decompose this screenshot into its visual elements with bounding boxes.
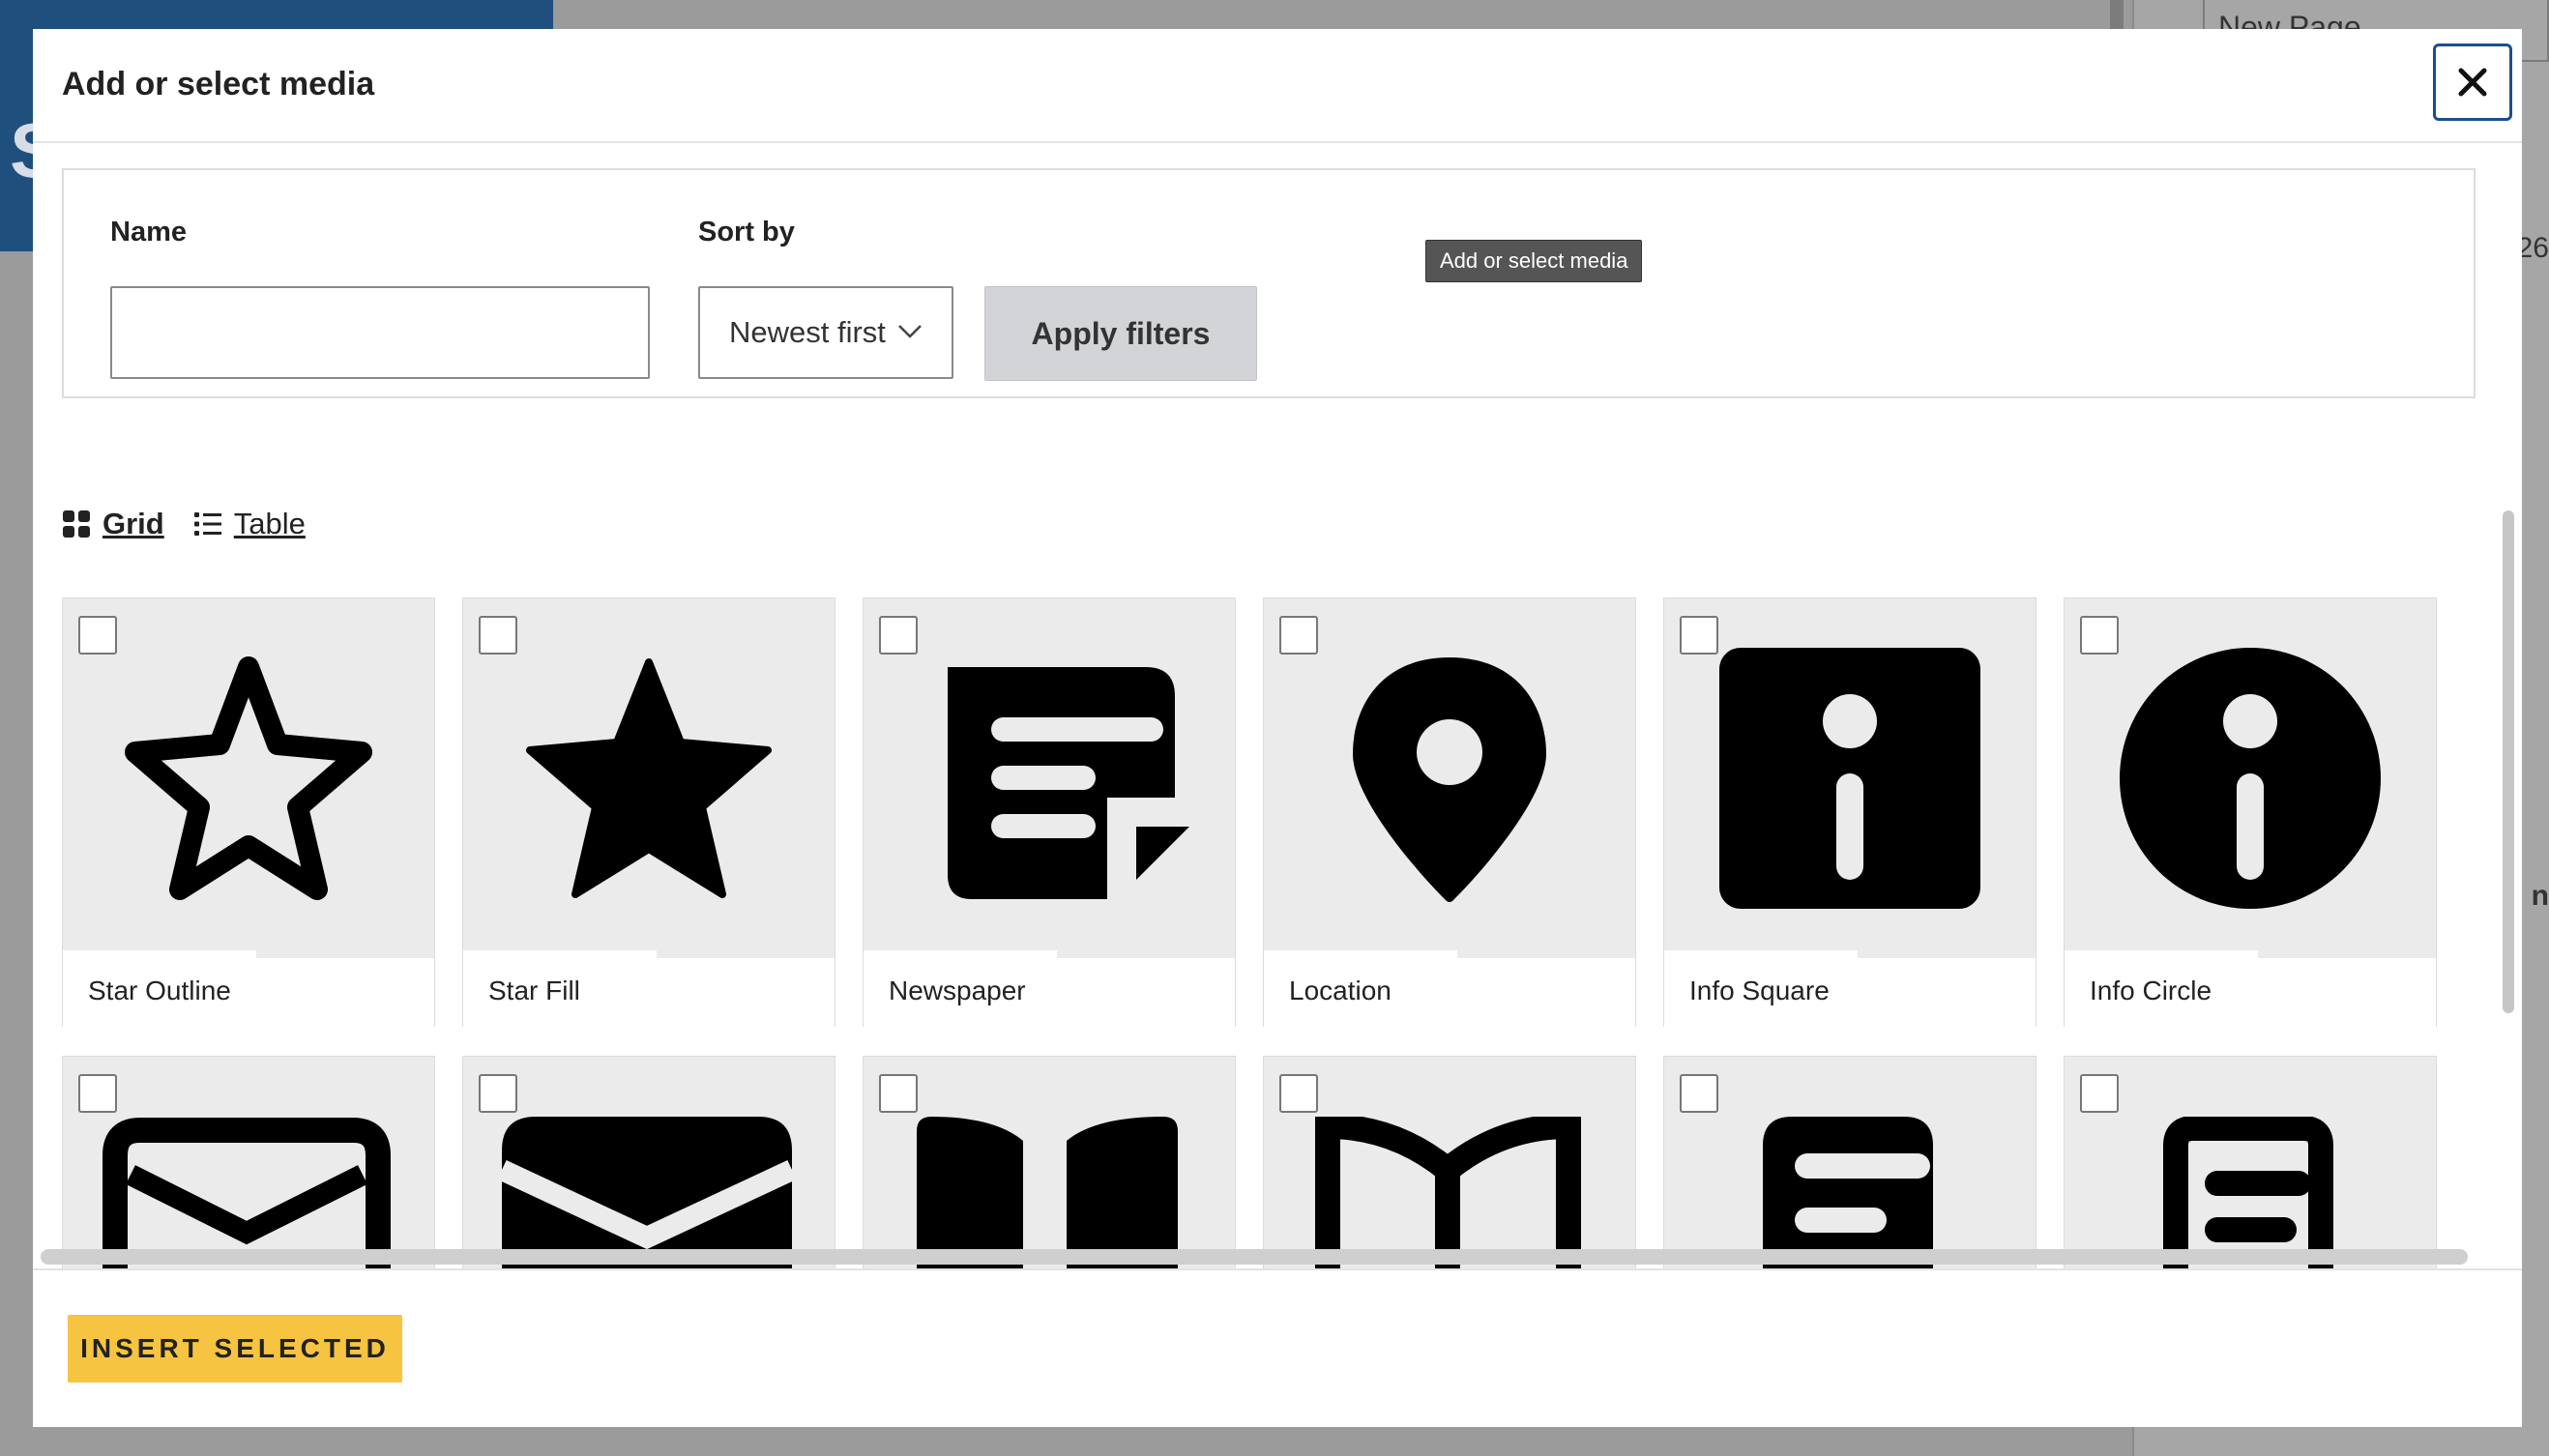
modal-content[interactable]: Name Sort by Newest first Apply filters … — [33, 143, 2522, 1268]
book-fill-icon — [917, 1117, 1178, 1268]
sort-value: Newest first — [729, 315, 886, 349]
insert-selected-button[interactable]: INSERT SELECTED — [68, 1315, 402, 1383]
media-thumbnail — [463, 1057, 835, 1268]
grid-view-link[interactable]: Grid — [62, 507, 164, 541]
name-label: Name — [110, 217, 187, 248]
media-checkbox[interactable] — [2080, 1074, 2119, 1113]
newspaper-icon — [948, 667, 1189, 899]
media-label: Info Square — [1664, 950, 2036, 1028]
media-modal: Add or select media Name Sort by Newest … — [33, 29, 2522, 1427]
media-checkbox[interactable] — [1680, 1074, 1718, 1113]
media-checkbox[interactable] — [1279, 1074, 1318, 1113]
list-icon — [193, 512, 221, 536]
media-card[interactable] — [1663, 1056, 2036, 1268]
media-checkbox[interactable] — [879, 616, 918, 655]
media-label: Star Fill — [463, 950, 835, 1028]
info-circle-icon — [2120, 648, 2381, 909]
star-outline-icon — [125, 656, 372, 900]
chevron-down-icon — [898, 325, 922, 338]
media-card[interactable]: Star Fill — [462, 597, 835, 1028]
media-thumbnail — [2065, 598, 2436, 958]
media-thumbnail — [63, 598, 434, 958]
name-input[interactable] — [110, 286, 650, 379]
tooltip: Add or select media — [1425, 240, 1643, 282]
media-checkbox[interactable] — [78, 1074, 117, 1113]
book-outline-icon — [1315, 1117, 1581, 1268]
modal-title: Add or select media — [62, 66, 375, 102]
horizontal-scrollbar[interactable] — [41, 1249, 2468, 1265]
media-thumbnail — [1264, 598, 1635, 958]
media-card[interactable]: Star Outline — [62, 597, 435, 1028]
apply-filters-button[interactable]: Apply filters — [984, 286, 1257, 381]
filters-panel: Name Sort by Newest first Apply filters … — [62, 168, 2476, 398]
media-card[interactable]: Newspaper — [863, 597, 1236, 1028]
media-checkbox[interactable] — [479, 1074, 517, 1113]
location-icon — [1353, 657, 1546, 902]
background-letter-fragment: n — [2531, 880, 2549, 912]
media-checkbox[interactable] — [2080, 616, 2119, 655]
media-card[interactable] — [863, 1056, 1236, 1268]
sort-select[interactable]: Newest first — [698, 286, 953, 379]
modal-header: Add or select media — [33, 29, 2522, 143]
media-card[interactable] — [462, 1056, 835, 1268]
envelope-fill-icon — [502, 1117, 792, 1268]
media-thumbnail — [1264, 1057, 1635, 1268]
background-divider — [2110, 0, 2124, 29]
grid-view-label: Grid — [103, 507, 164, 540]
grid-icon — [63, 510, 90, 538]
media-label: Location — [1264, 950, 1635, 1028]
media-thumbnail — [864, 1057, 1235, 1268]
info-square-icon — [1719, 648, 1980, 909]
media-thumbnail — [2065, 1057, 2436, 1268]
modal-footer: INSERT SELECTED — [33, 1268, 2522, 1427]
media-card[interactable] — [62, 1056, 435, 1268]
close-button[interactable] — [2433, 44, 2512, 121]
vertical-scrollbar[interactable] — [2503, 510, 2514, 1013]
media-thumbnail — [1664, 1057, 2036, 1268]
media-checkbox[interactable] — [1279, 616, 1318, 655]
document-outline-icon — [2163, 1117, 2333, 1268]
media-card[interactable]: Info Circle — [2064, 597, 2437, 1028]
table-view-label: Table — [233, 507, 306, 540]
media-card[interactable]: Info Square — [1663, 597, 2036, 1028]
media-card[interactable] — [1263, 1056, 1636, 1268]
media-thumbnail — [63, 1057, 434, 1268]
document-fill-icon — [1763, 1117, 1933, 1268]
close-icon — [2458, 68, 2487, 97]
media-checkbox[interactable] — [1680, 616, 1718, 655]
media-checkbox[interactable] — [479, 616, 517, 655]
media-checkbox[interactable] — [879, 1074, 918, 1113]
media-thumbnail — [1664, 598, 2036, 958]
media-label: Star Outline — [63, 950, 434, 1028]
media-thumbnail — [463, 598, 835, 958]
view-toggle: Grid Table — [62, 507, 335, 541]
media-card[interactable]: Location — [1263, 597, 1636, 1028]
media-label: Newspaper — [864, 950, 1235, 1028]
media-card[interactable] — [2064, 1056, 2437, 1268]
table-view-link[interactable]: Table — [193, 507, 306, 541]
media-checkbox[interactable] — [78, 616, 117, 655]
media-thumbnail — [864, 598, 1235, 958]
sort-label: Sort by — [698, 217, 795, 248]
envelope-outline-icon — [103, 1118, 391, 1268]
media-label: Info Circle — [2065, 950, 2436, 1028]
star-fill-icon — [526, 658, 772, 898]
